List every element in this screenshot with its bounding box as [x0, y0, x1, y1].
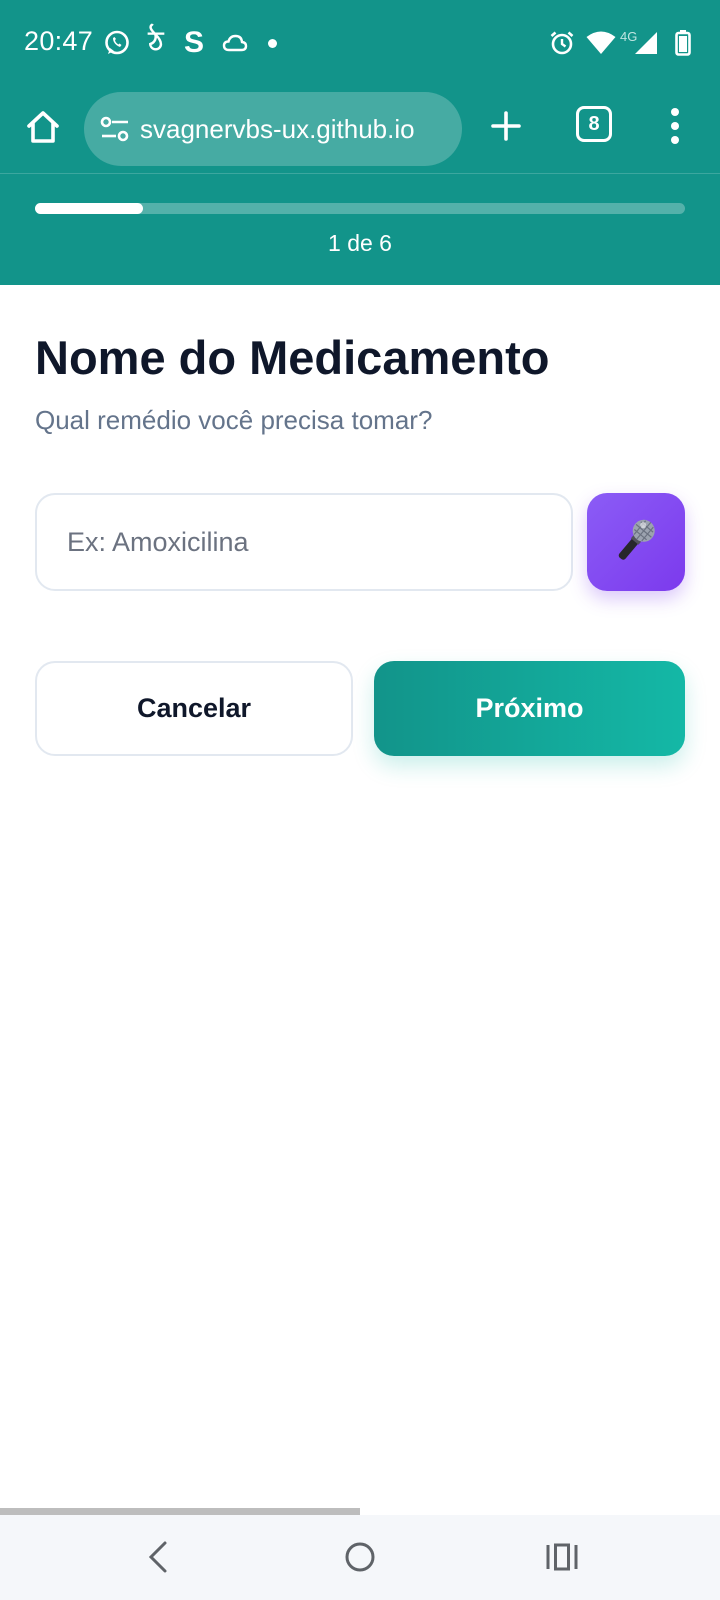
- progress-fill: [35, 203, 144, 214]
- recents-icon[interactable]: [540, 1535, 584, 1579]
- back-icon[interactable]: [136, 1535, 180, 1579]
- progress-bar: [35, 203, 685, 214]
- app-header: 20:47 ঠ S 4G svagnervbs-ux.github.io 8 1…: [0, 0, 720, 285]
- s-app-icon: S: [183, 26, 204, 59]
- url-text: svagnervbs-ux.github.io: [140, 114, 415, 144]
- wifi-icon: [586, 26, 616, 60]
- cancel-button[interactable]: Cancelar: [35, 661, 353, 756]
- voice-input-button[interactable]: [587, 493, 685, 591]
- scroll-indicator: [0, 1508, 360, 1515]
- page-subtitle: Qual remédio você precisa tomar?: [35, 405, 433, 435]
- next-button[interactable]: Próximo: [374, 661, 685, 756]
- page-title: Nome do Medicamento: [35, 331, 550, 384]
- home-icon[interactable]: [22, 106, 64, 148]
- alarm-icon: [548, 26, 576, 60]
- battery-icon: [674, 26, 692, 60]
- plus-icon[interactable]: [486, 106, 526, 146]
- address-bar[interactable]: svagnervbs-ux.github.io: [84, 92, 462, 166]
- microphone-icon: [610, 514, 662, 571]
- medication-name-input[interactable]: [35, 493, 573, 591]
- status-bar: 20:47 ঠ S 4G: [0, 0, 720, 86]
- home-circle-icon[interactable]: [338, 1535, 382, 1579]
- system-nav-bar: [0, 1515, 720, 1600]
- whatsapp-icon: [102, 26, 132, 60]
- tab-switcher-button[interactable]: 8: [576, 106, 612, 142]
- notification-dot-icon: [266, 26, 278, 60]
- signal-icon: [634, 26, 660, 60]
- status-time: 20:47: [24, 26, 94, 56]
- browser-toolbar: svagnervbs-ux.github.io 8: [0, 86, 720, 174]
- progress-label: 1 de 6: [328, 230, 392, 256]
- more-vert-icon[interactable]: [660, 104, 690, 148]
- hook-app-icon: ঠ: [148, 25, 164, 57]
- cloud-icon: [220, 26, 250, 60]
- tune-icon[interactable]: [98, 112, 132, 146]
